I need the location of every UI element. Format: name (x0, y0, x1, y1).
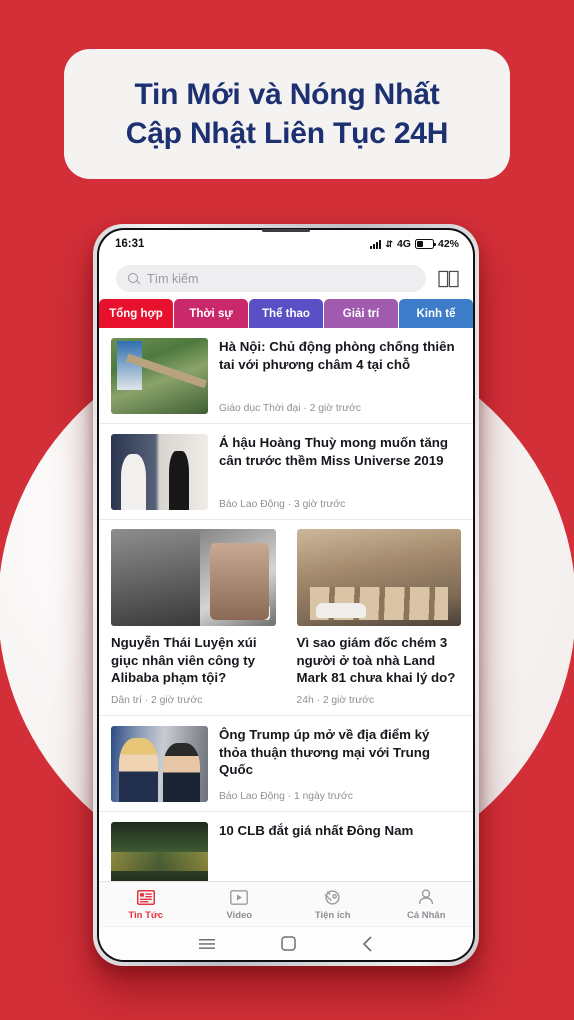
search-placeholder: Tìm kiếm (147, 271, 199, 286)
bottom-nav-label: Tiện ích (314, 909, 351, 921)
article-thumbnail (111, 434, 208, 510)
article-title: Nguyễn Thái Luyện xúi giục nhân viên côn… (111, 635, 257, 686)
tab-tong-hop[interactable]: Tổng hợp (99, 299, 173, 328)
tab-kinh-te[interactable]: Kinh tế (399, 299, 473, 328)
battery-icon (414, 239, 436, 249)
article-thumbnail: 1 (111, 529, 276, 626)
bottom-nav-tien-ich[interactable]: Tiện ích (286, 888, 380, 921)
article-row[interactable]: Á hậu Hoàng Thuỳ mong muốn tăng cân trướ… (99, 424, 473, 520)
article-meta: Báo Lao Động · 3 giờ trước (219, 499, 346, 510)
article-body: Á hậu Hoàng Thuỳ mong muốn tăng cân trướ… (219, 434, 461, 510)
status-time: 16:31 (115, 238, 145, 250)
phone-bezel: 16:31 ⇵ 4G 42% Tìm kiếm Tổng hợp Thời sự… (97, 228, 475, 962)
bottom-nav-label: Video (226, 909, 253, 921)
search-row: Tìm kiếm (99, 258, 473, 299)
earpiece-speaker (262, 229, 310, 232)
tab-giai-tri[interactable]: Giải trí (324, 299, 398, 328)
recents-button[interactable] (199, 938, 215, 950)
article-card[interactable]: Vì sao giám đốc chém 3 người ở toà nhà L… (287, 520, 474, 715)
status-indicators: ⇵ 4G 42% (370, 238, 459, 250)
article-body: Hà Nội: Chủ động phòng chống thiên tai v… (219, 338, 461, 414)
article-thumbnail (111, 338, 208, 414)
news-feed[interactable]: Hà Nội: Chủ động phòng chống thiên tai v… (99, 328, 473, 926)
bottom-nav-label: Tin Tức (128, 909, 164, 921)
promo-line-1: Tin Mới và Nóng Nhất (134, 77, 440, 111)
article-meta: Dân trí · 2 giờ trước (111, 695, 203, 707)
tab-thoi-su[interactable]: Thời sự (174, 299, 248, 328)
article-thumbnail (296, 529, 461, 626)
category-tabs: Tổng hợp Thời sự Thể thao Giải trí Kinh … (99, 299, 473, 328)
article-grid: 1 Nguyễn Thái Luyện xúi giục nhân viên c… (99, 520, 474, 717)
comment-count-badge: 1 (240, 605, 270, 620)
open-book-icon[interactable] (438, 270, 459, 288)
article-title: Á hậu Hoàng Thuỳ mong muốn tăng cân trướ… (219, 435, 448, 468)
phone-mockup: 16:31 ⇵ 4G 42% Tìm kiếm Tổng hợp Thời sự… (93, 224, 479, 966)
tab-label: Giải trí (342, 307, 380, 320)
tab-label: Tổng hợp (109, 307, 163, 320)
tab-label: Kinh tế (416, 307, 456, 320)
article-title: 10 CLB đắt giá nhất Đông Nam (219, 823, 414, 839)
promo-line-2: Cập Nhật Liên Tục 24H (125, 117, 449, 150)
android-nav-bar (99, 926, 473, 960)
signal-bars-icon (370, 239, 382, 249)
status-bar: 16:31 ⇵ 4G 42% (99, 230, 473, 258)
network-type-label: 4G (396, 238, 411, 250)
comment-count: 1 (258, 607, 265, 618)
article-title: Vì sao giám đốc chém 3 người ở toà nhà L… (296, 635, 456, 686)
data-transfer-icon: ⇵ (385, 238, 393, 249)
bottom-tab-bar: Tin Tức Video Tiện ích Cá Nhân (99, 881, 473, 926)
article-meta: 24h · 2 giờ trước (296, 695, 375, 707)
utilities-icon (323, 888, 342, 907)
bottom-nav-ca-nhan[interactable]: Cá Nhân (380, 888, 474, 921)
phone-screen: 16:31 ⇵ 4G 42% Tìm kiếm Tổng hợp Thời sự… (99, 230, 473, 960)
person-icon (417, 888, 435, 907)
bottom-nav-label: Cá Nhân (406, 909, 446, 921)
tab-label: Thời sự (189, 307, 233, 320)
back-button[interactable] (362, 936, 373, 952)
video-play-icon (230, 888, 249, 907)
article-title: Ông Trump úp mở về địa điểm ký thỏa thuậ… (219, 727, 430, 778)
article-meta: Báo Lao Động · 1 ngày trước (219, 791, 353, 803)
article-meta: Giáo dục Thời đại · 2 giờ trước (219, 403, 361, 414)
article-body: Ông Trump úp mở về địa điểm ký thỏa thuậ… (219, 726, 461, 802)
tab-label: Thể thao (262, 307, 310, 320)
article-row[interactable]: Ông Trump úp mở về địa điểm ký thỏa thuậ… (99, 716, 473, 813)
comment-icon (246, 607, 256, 618)
tab-the-thao[interactable]: Thể thao (249, 299, 323, 328)
battery-percent-label: 42% (437, 238, 459, 250)
bottom-nav-video[interactable]: Video (193, 888, 287, 921)
article-card[interactable]: 1 Nguyễn Thái Luyện xúi giục nhân viên c… (99, 520, 286, 715)
article-row[interactable]: Hà Nội: Chủ động phòng chống thiên tai v… (99, 328, 473, 424)
search-input[interactable]: Tìm kiếm (116, 265, 426, 292)
bottom-nav-tin-tuc[interactable]: Tin Tức (99, 888, 193, 921)
article-thumbnail (111, 726, 208, 803)
search-icon (128, 273, 139, 284)
promo-headline-card: Tin Mới và Nóng Nhất Cập Nhật Liên Tục 2… (64, 49, 510, 179)
news-list-icon (136, 888, 155, 907)
article-title: Hà Nội: Chủ động phòng chống thiên tai v… (219, 339, 455, 372)
home-button[interactable] (281, 936, 296, 951)
